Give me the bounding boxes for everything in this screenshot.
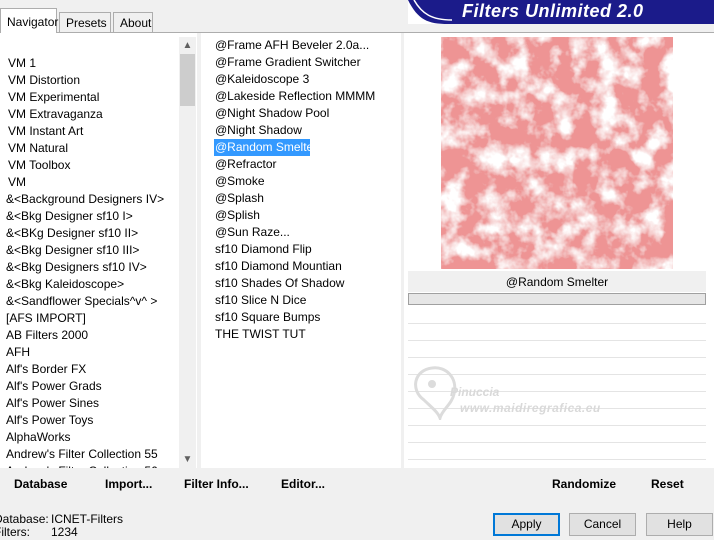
filter-item[interactable]: @Lakeside Reflection MMMM [214,88,375,105]
filter-item[interactable]: @Frame Gradient Switcher [214,54,361,71]
category-item[interactable]: &<Bkg Kaleidoscope> [0,276,164,293]
category-item[interactable]: &<Sandflower Specials^v^ > [0,293,164,310]
category-item[interactable]: VM Instant Art [0,123,164,140]
category-item[interactable]: AB Filters 2000 [0,327,164,344]
filter-item[interactable]: sf10 Diamond Flip [214,241,312,258]
filter-item[interactable]: @Smoke [214,173,310,190]
tab-presets[interactable]: Presets [59,12,111,32]
filter-list: @Frame AFH Beveler 2.0a... @Frame Gradien… [214,37,375,343]
category-item[interactable]: VM 1 [0,55,164,72]
category-item[interactable]: &<Background Designers IV> [0,191,164,208]
watermark-text: Pinuccia [450,385,500,399]
category-item[interactable]: Alf's Power Sines [0,395,164,412]
tab-about[interactable]: About [113,12,153,32]
category-item[interactable]: VM [0,174,164,191]
apply-button[interactable]: Apply [493,513,560,536]
parameter-row [408,324,706,341]
filter-item-selected[interactable]: @Random Smelter [214,139,317,156]
filter-item[interactable]: sf10 Diamond Mountian [214,258,342,275]
filter-item[interactable]: sf10 Square Bumps [214,309,320,326]
filter-parameter-area [408,307,706,460]
help-button[interactable]: Help [646,513,713,536]
preview-image [441,37,673,269]
database-button[interactable]: Database [14,477,67,491]
filter-item[interactable]: @Frame AFH Beveler 2.0a... [214,37,369,54]
category-item[interactable]: [AFS IMPORT] [0,310,164,327]
category-item[interactable]: VM Toolbox [0,157,164,174]
parameter-row [408,341,706,358]
category-item[interactable]: AlphaWorks [0,429,164,446]
import-button[interactable]: Import... [105,477,152,491]
parameter-row [408,426,706,443]
category-item[interactable]: Andrew's Filter Collection 55 [0,446,164,463]
database-label: Database: [0,512,49,526]
category-item[interactable]: &<BKg Designer sf10 II> [0,225,164,242]
parameter-row [408,358,706,375]
filter-item[interactable]: @Refractor [214,156,310,173]
category-item[interactable]: &<Bkg Designer sf10 I> [0,208,164,225]
category-item[interactable]: VM Natural [0,140,164,157]
category-item[interactable]: Alf's Power Grads [0,378,164,395]
reset-button[interactable]: Reset [651,477,684,491]
category-item[interactable]: VM Distortion [0,72,164,89]
category-item[interactable]: Andrew's Filter Collection 56 [0,463,164,468]
app-title: Filters Unlimited 2.0 [462,1,644,21]
category-list-panel: VM 1 VM Distortion VM Experimental VM Extra… [0,33,197,468]
tab-navigator[interactable]: Navigator [0,8,58,33]
scroll-up-icon[interactable]: ▲ [179,37,196,54]
filter-item[interactable]: @Sun Raze... [214,224,310,241]
category-item[interactable]: AFH [0,344,164,361]
category-item[interactable]: &<Bkg Designers sf10 IV> [0,259,164,276]
scroll-down-icon[interactable]: ▼ [179,451,196,468]
randomize-button[interactable]: Randomize [552,477,616,491]
cancel-button[interactable]: Cancel [569,513,636,536]
category-item[interactable]: VM Experimental [0,89,164,106]
filter-info-button[interactable]: Filter Info... [184,477,249,491]
filter-item[interactable]: THE TWIST TUT [214,326,310,343]
category-scrollbar[interactable]: ▲ ▼ [179,37,196,468]
filter-item[interactable]: @Splash [214,190,310,207]
editor-button[interactable]: Editor... [281,477,325,491]
filter-item[interactable]: sf10 Slice N Dice [214,292,310,309]
scroll-thumb[interactable] [180,54,195,106]
filters-count-value: 1234 [51,525,78,539]
filter-item[interactable]: @Night Shadow [214,122,310,139]
database-value: ICNET-Filters [51,512,123,526]
filter-item[interactable]: @Splish [214,207,310,224]
watermark-url: www.maidiregrafica.eu [460,401,601,415]
category-list: VM 1 VM Distortion VM Experimental VM Extra… [0,55,164,468]
filter-item[interactable]: @Night Shadow Pool [214,105,329,122]
category-item[interactable]: Alf's Border FX [0,361,164,378]
category-item[interactable]: Alf's Power Toys [0,412,164,429]
category-item[interactable]: &<Bkg Designer sf10 III> [0,242,164,259]
filter-item[interactable]: @Kaleidoscope 3 [214,71,310,88]
parameter-row [408,443,706,460]
preview-filter-name: @Random Smelter [408,270,706,292]
parameter-row [408,307,706,324]
category-item[interactable]: VM Extravaganza [0,106,164,123]
filters-count-label: Filters: [0,525,30,539]
preview-progress-bar [408,293,706,305]
filter-list-panel: @Frame AFH Beveler 2.0a... @Frame Gradien… [201,33,401,468]
filter-item[interactable]: sf10 Shades Of Shadow [214,275,344,292]
